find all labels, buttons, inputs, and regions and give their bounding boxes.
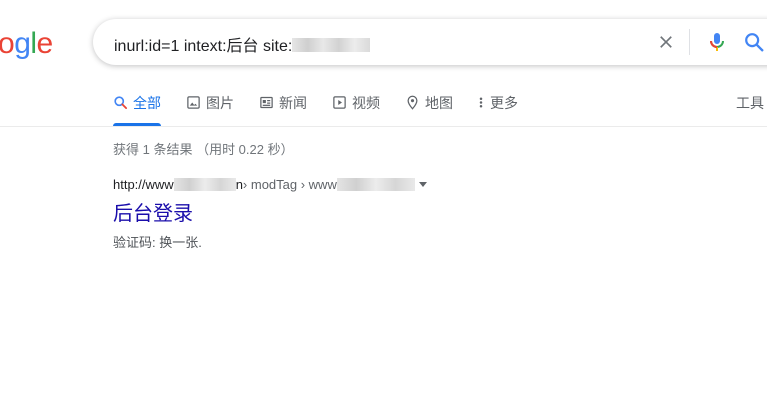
tab-maps[interactable]: 地图 [405,92,453,126]
result-url[interactable]: http://www n › modTag › www [113,177,427,192]
header-divider [0,126,767,127]
search-icon [114,96,127,109]
tab-label: 新闻 [279,95,307,111]
search-query-text: inurl:id=1 intext:后台 site: [114,38,293,55]
logo-letter: g [14,27,31,60]
result-title-link[interactable]: 后台登录 [113,200,193,228]
tab-label: 视频 [352,95,380,111]
search-box[interactable]: inurl:id=1 intext:后台 site: [93,19,767,65]
mic-icon[interactable] [705,30,729,54]
more-vertical-icon [479,97,483,108]
tab-more[interactable]: 更多 [477,92,518,126]
search-icon[interactable] [743,31,765,53]
tab-label: 全部 [133,95,161,111]
tools-button[interactable]: 工具 [736,92,764,114]
close-icon[interactable] [656,32,676,52]
tab-all[interactable]: 全部 [113,92,161,126]
search-divider [689,29,690,55]
url-start: http://www [113,177,174,192]
tab-images[interactable]: 图片 [186,92,234,126]
result-snippet: 验证码: 换一张. [113,235,202,250]
image-icon [187,96,200,109]
redacted-domain [292,38,371,52]
logo-letter: o [0,27,15,60]
search-input[interactable]: inurl:id=1 intext:后台 site: [114,32,371,56]
google-logo[interactable]: ogle [0,26,53,62]
chevron-down-icon[interactable] [418,182,427,187]
tab-label: 更多 [490,95,518,111]
url-tail: n [235,177,243,192]
result-stats: 获得 1 条结果 （用时 0.22 秒） [113,142,294,157]
redacted-url [336,178,415,191]
tab-label: 地图 [425,95,453,111]
url-breadcrumb: › modTag › www [242,177,337,192]
tab-videos[interactable]: 视频 [332,92,380,126]
logo-letter: e [36,27,54,60]
redacted-url [173,178,236,191]
map-pin-icon [407,95,418,110]
video-icon [333,96,346,109]
news-icon [260,96,273,109]
tab-label: 图片 [206,95,234,111]
tab-news[interactable]: 新闻 [259,92,307,126]
